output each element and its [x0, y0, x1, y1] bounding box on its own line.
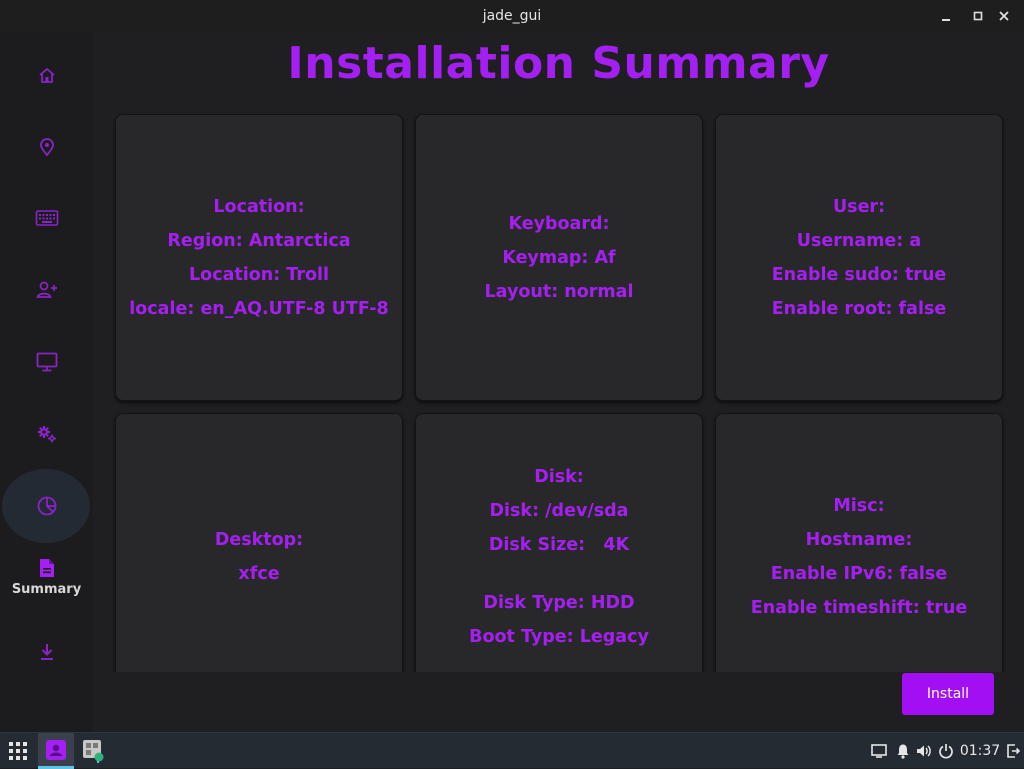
keymap-value: Keymap: Af	[502, 247, 616, 268]
hostname-value: Hostname:	[805, 529, 913, 550]
close-button[interactable]	[996, 8, 1012, 24]
disk-card: Disk: Disk: /dev/sda Disk Size: 4K Disk …	[415, 413, 703, 700]
install-button[interactable]: Install	[902, 673, 994, 715]
card-title: Disk:	[534, 466, 584, 487]
calculator-icon	[83, 740, 104, 763]
layout-value: Layout: normal	[484, 281, 634, 302]
username-value: Username: a	[796, 230, 922, 251]
sidebar-item-location[interactable]	[0, 111, 93, 183]
sidebar-item-users[interactable]	[0, 254, 93, 326]
location-value: Location: Troll	[189, 264, 329, 285]
card-title: Desktop:	[214, 529, 304, 550]
tray-volume-button[interactable]	[913, 733, 935, 769]
power-icon	[939, 744, 953, 759]
monitor-icon	[36, 352, 57, 372]
window-title: jade_gui	[482, 8, 542, 24]
card-title: User:	[832, 196, 886, 217]
sidebar-item-install[interactable]	[0, 616, 93, 688]
disk-size-value: Disk Size: 4K	[488, 534, 630, 555]
sidebar-item-partitioning[interactable]	[0, 469, 93, 543]
download-icon	[40, 644, 53, 660]
misc-card: Misc: Hostname: Enable IPv6: false Enabl…	[715, 413, 1003, 700]
sidebar-item-keyboard[interactable]	[0, 182, 93, 254]
disk-value: Disk: /dev/sda	[489, 500, 629, 521]
document-icon	[39, 558, 54, 577]
sidebar-item-desktop[interactable]	[0, 326, 93, 398]
volume-icon	[917, 745, 931, 757]
sidebar-item-label: Summary	[11, 581, 82, 597]
disk-type-value: Disk Type: HDD	[483, 592, 635, 613]
sidebar-item-summary[interactable]: Summary	[0, 541, 93, 613]
desktop-value: xfce	[238, 563, 280, 584]
page-title: Installation Summary	[287, 38, 830, 89]
minimize-button[interactable]	[938, 8, 954, 24]
bell-icon	[897, 744, 909, 759]
tray-notifications-button[interactable]	[892, 733, 914, 769]
card-title: Misc:	[833, 495, 885, 516]
tray-logout-button[interactable]	[1004, 733, 1022, 769]
pie-chart-icon	[37, 496, 56, 516]
card-title: Location:	[213, 196, 305, 217]
maximize-icon	[973, 11, 983, 21]
screen-icon	[871, 744, 887, 758]
add-user-icon	[36, 281, 57, 298]
app-launcher-button[interactable]	[4, 733, 32, 769]
root-value: Enable root: false	[771, 298, 947, 319]
bottom-bar	[93, 672, 1024, 732]
user-card: User: Username: a Enable sudo: true Enab…	[715, 114, 1003, 401]
sidebar: Summary	[0, 32, 93, 732]
ipv6-value: Enable IPv6: false	[770, 563, 948, 584]
app-grid-icon	[9, 742, 27, 760]
taskbar-app-jade-gui[interactable]	[38, 733, 74, 769]
minimize-icon	[942, 19, 950, 21]
boot-type-value: Boot Type: Legacy	[469, 626, 649, 647]
region-value: Region: Antarctica	[167, 230, 351, 251]
taskbar-app-calculator[interactable]	[80, 733, 106, 769]
location-pin-icon	[39, 138, 54, 157]
timeshift-value: Enable timeshift: true	[750, 597, 968, 618]
maximize-button[interactable]	[970, 8, 986, 24]
taskbar: 01:37	[0, 732, 1024, 769]
sudo-value: Enable sudo: true	[771, 264, 947, 285]
logout-icon	[1007, 744, 1020, 758]
window-titlebar: jade_gui	[0, 0, 1024, 32]
tray-power-button[interactable]	[935, 733, 957, 769]
jade-app-icon	[46, 739, 66, 760]
card-title: Keyboard:	[508, 213, 610, 234]
summary-page: Installation Summary Location: Region: A…	[93, 32, 1024, 732]
keyboard-card: Keyboard: Keymap: Af Layout: normal	[415, 114, 703, 401]
sidebar-item-misc[interactable]	[0, 398, 93, 470]
home-icon	[38, 68, 55, 83]
clock[interactable]: 01:37	[958, 733, 1002, 769]
locale-value: locale: en_AQ.UTF-8 UTF-8	[129, 298, 389, 319]
keyboard-icon	[35, 210, 58, 226]
location-card: Location: Region: Antarctica Location: T…	[115, 114, 403, 401]
sidebar-item-welcome[interactable]	[0, 40, 93, 112]
gears-icon	[37, 426, 56, 443]
desktop-card: Desktop: xfce	[115, 413, 403, 700]
close-icon	[999, 11, 1009, 21]
tray-screen-button[interactable]	[868, 733, 890, 769]
